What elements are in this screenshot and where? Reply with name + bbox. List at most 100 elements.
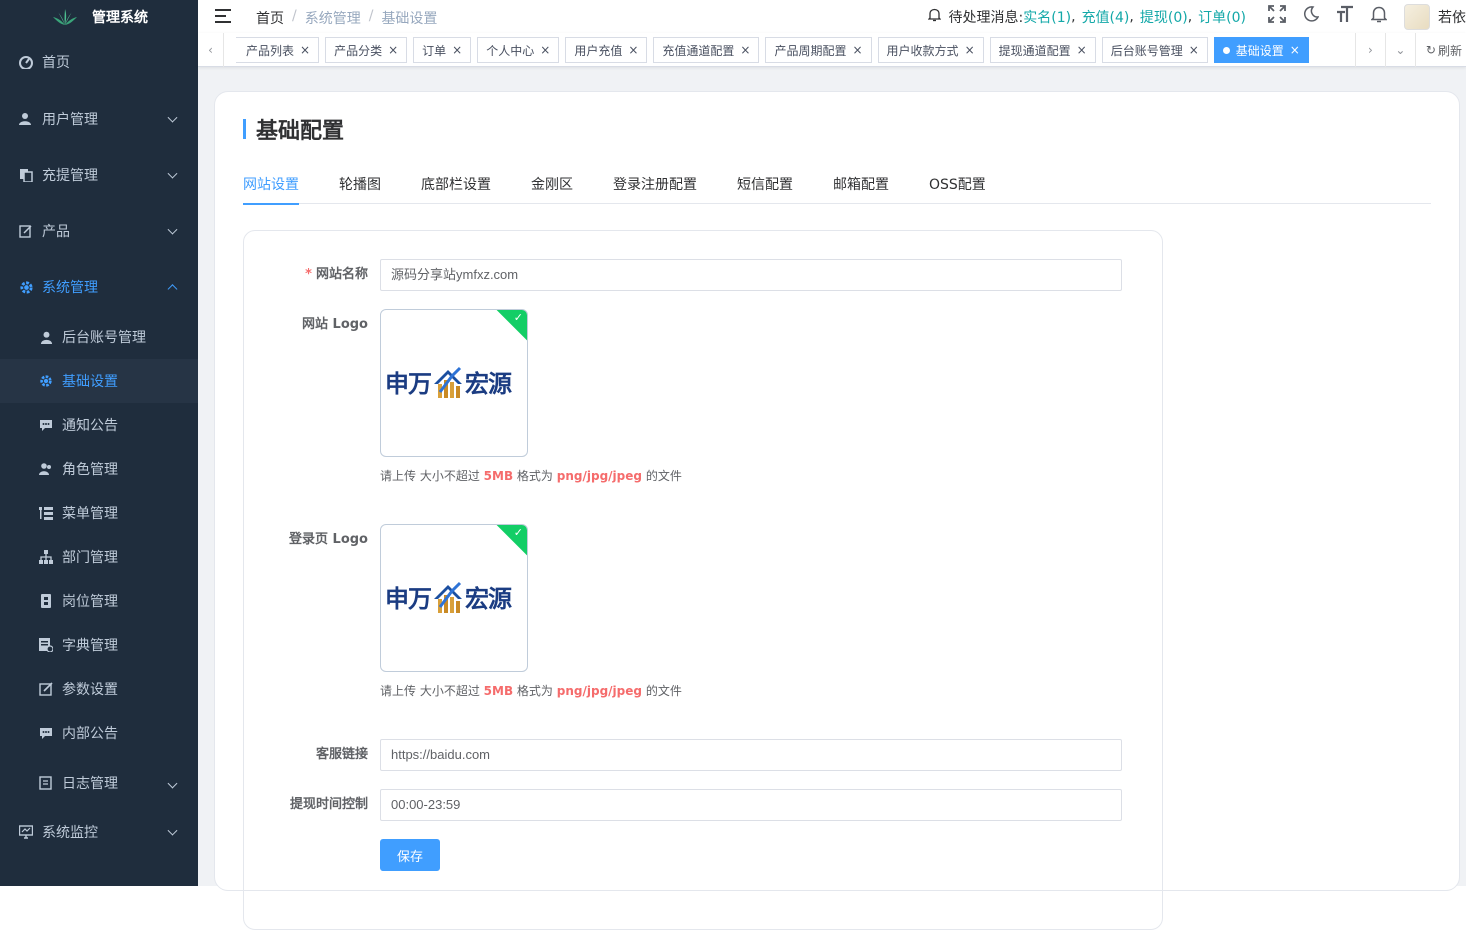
close-icon[interactable]: × xyxy=(388,43,398,57)
close-icon[interactable]: × xyxy=(628,43,638,57)
check-icon: ✓ xyxy=(513,311,523,324)
tag-2[interactable]: 订单 × xyxy=(413,37,472,63)
tab-2[interactable]: 底部栏设置 xyxy=(421,164,491,204)
pending-link-withdraw[interactable]: 提现(0) xyxy=(1140,7,1188,27)
sidebar-item-products[interactable]: 产品 xyxy=(0,203,198,259)
close-icon[interactable]: × xyxy=(740,43,750,57)
pending-label: 待处理消息: xyxy=(948,9,1024,26)
tab-7[interactable]: OSS配置 xyxy=(929,164,986,204)
gear-icon xyxy=(38,373,54,389)
tag-8[interactable]: 提现通道配置 × xyxy=(989,37,1096,63)
chevron-down-icon xyxy=(167,778,178,788)
close-icon[interactable]: × xyxy=(965,43,975,57)
tag-7[interactable]: 用户收款方式 × xyxy=(877,37,984,63)
sidebar-item-admin-accounts[interactable]: 后台账号管理 xyxy=(0,315,198,359)
tag-3[interactable]: 个人中心 × xyxy=(477,37,560,63)
close-icon[interactable]: × xyxy=(300,43,310,57)
breadcrumb-home[interactable]: 首页 xyxy=(256,8,284,28)
site-logo-uploader[interactable]: ✓ 申万 宏源 xyxy=(380,309,528,457)
logo-mark-icon xyxy=(434,581,462,613)
tag-10[interactable]: 基础设置 × xyxy=(1213,37,1309,63)
username[interactable]: 若依 xyxy=(1438,7,1466,27)
tab-4[interactable]: 登录注册配置 xyxy=(613,164,697,204)
sidebar-item-users[interactable]: 用户管理 xyxy=(0,91,198,147)
sidebar-item-home[interactable]: 首页 xyxy=(0,33,198,91)
sidebar-item-deposit-withdraw[interactable]: 充提管理 xyxy=(0,147,198,203)
upload-success-badge xyxy=(495,310,527,342)
site-name-input[interactable]: 源码分享站ymfxz.com xyxy=(380,259,1122,291)
sidebar-item-parameters[interactable]: 参数设置 xyxy=(0,667,198,711)
sidebar-item-system[interactable]: 系统管理 xyxy=(0,259,198,315)
close-icon[interactable]: × xyxy=(452,43,462,57)
tab-6[interactable]: 邮箱配置 xyxy=(833,164,889,204)
avatar[interactable] xyxy=(1404,3,1430,30)
close-icon[interactable]: × xyxy=(1189,43,1199,57)
site-name-label-text: 网站名称 xyxy=(315,267,368,282)
edit-icon xyxy=(18,223,34,239)
app-logo[interactable]: 管理系统 xyxy=(0,0,198,33)
sidebar-item-roles[interactable]: 角色管理 xyxy=(0,447,198,491)
font-size-icon[interactable] xyxy=(1328,5,1362,28)
fullscreen-icon[interactable] xyxy=(1260,5,1294,28)
tag-0[interactable]: 产品列表 × xyxy=(236,37,320,63)
tab-1[interactable]: 轮播图 xyxy=(339,164,381,204)
title-accent-bar xyxy=(243,119,246,139)
tags-scroll-right-icon[interactable]: › xyxy=(1354,33,1385,67)
tags-view: ‹ 产品列表 × 产品分类 × 订单 × 个人中心 × 用户充值 × 充值通道配置 × 产品周期配置 × 用… xyxy=(198,33,1466,67)
tip-size: 5MB xyxy=(483,684,514,698)
sidebar-item-basic-settings[interactable]: 基础设置 xyxy=(0,359,198,403)
hamburger-icon[interactable] xyxy=(215,9,231,23)
service-link-input[interactable]: https://baidu.com xyxy=(380,739,1122,771)
withdraw-time-input[interactable]: 00:00-23:59 xyxy=(380,789,1122,821)
tags-right-controls: › ⌄ ↻ 刷新 xyxy=(1354,33,1466,67)
logo-text-right: 宏源 xyxy=(465,584,512,613)
tab-5[interactable]: 短信配置 xyxy=(737,164,793,204)
tags-scroll-left-icon[interactable]: ‹ xyxy=(198,33,224,67)
sidebar-item-internal-notices[interactable]: 内部公告 xyxy=(0,711,198,755)
close-icon[interactable]: × xyxy=(540,43,550,57)
sidebar-item-monitor[interactable]: 系统监控 xyxy=(0,804,198,860)
tag-5[interactable]: 充值通道配置 × xyxy=(653,37,760,63)
breadcrumb: 首页 / 系统管理 / 基础设置 xyxy=(256,8,437,28)
edit-icon xyxy=(38,681,54,697)
sidebar-item-menus[interactable]: 菜单管理 xyxy=(0,491,198,535)
sidebar-item-logs[interactable]: 日志管理 xyxy=(0,755,198,811)
sidebar-item-dictionary[interactable]: 字典管理 xyxy=(0,623,198,667)
tab-0[interactable]: 网站设置 xyxy=(243,164,299,205)
tag-4[interactable]: 用户充值 × xyxy=(565,37,648,63)
tag-1[interactable]: 产品分类 × xyxy=(325,37,408,63)
sidebar-item-departments[interactable]: 部门管理 xyxy=(0,535,198,579)
active-dot-icon xyxy=(1222,46,1230,54)
tags-dropdown-icon[interactable]: ⌄ xyxy=(1384,33,1415,67)
tag-9[interactable]: 后台账号管理 × xyxy=(1101,37,1208,63)
dark-mode-icon[interactable] xyxy=(1294,6,1328,27)
sidebar-item-label: 参数设置 xyxy=(62,682,118,698)
post-icon xyxy=(38,593,54,609)
tags-refresh-button[interactable]: ↻ 刷新 xyxy=(1414,33,1466,67)
notification-bell-icon[interactable] xyxy=(1362,6,1396,28)
check-icon: ✓ xyxy=(513,526,523,539)
pending-link-order[interactable]: 订单(0) xyxy=(1198,7,1246,27)
sidebar-item-notices[interactable]: 通知公告 xyxy=(0,403,198,447)
tag-label: 产品分类 xyxy=(334,43,383,58)
sidebar-item-label: 角色管理 xyxy=(62,462,118,478)
sidebar-item-label: 产品 xyxy=(42,224,70,240)
service-link-label: 客服链接 xyxy=(315,747,368,762)
tag-label: 个人中心 xyxy=(486,43,535,58)
upload-tip: 请上传 大小不超过 5MB 格式为 png/jpg/jpeg 的文件 xyxy=(380,467,682,484)
breadcrumb-separator: / xyxy=(368,8,374,24)
login-logo-uploader[interactable]: ✓ 申万 宏源 xyxy=(380,524,528,672)
close-icon[interactable]: × xyxy=(1077,43,1087,57)
sidebar-item-posts[interactable]: 岗位管理 xyxy=(0,579,198,623)
save-button[interactable]: 保存 xyxy=(380,839,440,871)
navbar-right: 待处理消息: 实名(1), 充值(4), 提现(0), 订单(0) 若依 xyxy=(926,0,1466,33)
close-icon[interactable]: × xyxy=(1290,43,1300,57)
pending-link-realname[interactable]: 实名(1) xyxy=(1023,7,1071,27)
navbar: 首页 / 系统管理 / 基础设置 待处理消息: 实名(1), 充值(4), 提现… xyxy=(198,0,1466,33)
close-icon[interactable]: × xyxy=(852,43,862,57)
tag-6[interactable]: 产品周期配置 × xyxy=(765,37,872,63)
tag-label: 后台账号管理 xyxy=(1110,43,1183,58)
pending-link-recharge[interactable]: 充值(4) xyxy=(1082,7,1130,27)
logo-text-left: 申万 xyxy=(385,369,432,398)
tab-3[interactable]: 金刚区 xyxy=(531,164,573,204)
